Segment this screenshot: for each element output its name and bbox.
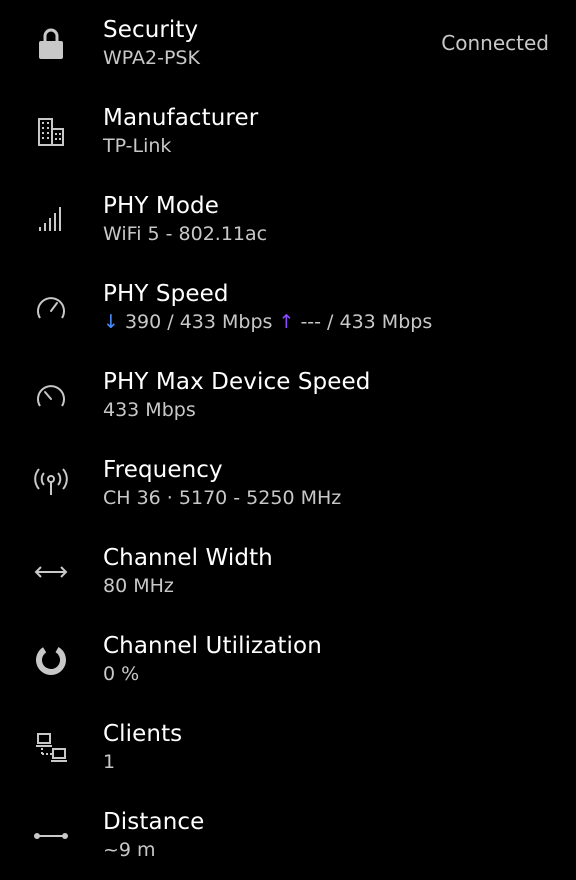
distance-row: Distance ~9 m — [0, 792, 576, 880]
phy-mode-row: PHY Mode WiFi 5 - 802.11ac — [0, 176, 576, 264]
phy-speed-title: PHY Speed — [103, 281, 229, 307]
download-speed: 390 / 433 Mbps — [124, 311, 273, 333]
phy-max-speed-title: PHY Max Device Speed — [103, 369, 371, 395]
devices-icon — [31, 728, 71, 768]
building-icon — [31, 112, 71, 152]
device-details-list: Security WPA2-PSK Connected Manufacturer… — [0, 0, 576, 880]
manufacturer-value: TP-Link — [103, 135, 172, 157]
frequency-row: Frequency CH 36 · 5170 - 5250 MHz — [0, 440, 576, 528]
channel-utilization-title: Channel Utilization — [103, 633, 322, 659]
speedometer-icon — [31, 288, 71, 328]
phy-speed-value: ↓ 390 / 433 Mbps ↑ --- / 433 Mbps — [103, 310, 432, 334]
phy-speed-row: PHY Speed ↓ 390 / 433 Mbps ↑ --- / 433 M… — [0, 264, 576, 352]
channel-width-title: Channel Width — [103, 545, 273, 571]
security-row: Security WPA2-PSK Connected — [0, 0, 576, 88]
frequency-value: CH 36 · 5170 - 5250 MHz — [103, 487, 342, 509]
phy-max-speed-row: PHY Max Device Speed 433 Mbps — [0, 352, 576, 440]
channel-width-value: 80 MHz — [103, 575, 174, 597]
horizontal-arrows-icon — [31, 552, 71, 592]
distance-title: Distance — [103, 809, 205, 835]
speedometer-max-icon — [31, 376, 71, 416]
clients-row: Clients 1 — [0, 704, 576, 792]
signal-bars-icon — [31, 198, 71, 238]
frequency-title: Frequency — [103, 457, 223, 483]
clients-value: 1 — [103, 751, 116, 773]
antenna-icon — [31, 462, 71, 502]
upload-speed: --- / 433 Mbps — [300, 311, 433, 333]
channel-utilization-row: Channel Utilization 0 % — [0, 616, 576, 704]
clients-title: Clients — [103, 721, 183, 747]
phy-mode-value: WiFi 5 - 802.11ac — [103, 223, 268, 245]
phy-mode-title: PHY Mode — [103, 193, 219, 219]
distance-icon — [31, 816, 71, 856]
security-title: Security — [103, 17, 199, 43]
security-value: WPA2-PSK — [103, 47, 200, 69]
download-arrow-icon: ↓ — [103, 311, 119, 333]
upload-arrow-icon: ↑ — [278, 311, 295, 333]
connection-status: Connected — [441, 31, 549, 55]
channel-width-row: Channel Width 80 MHz — [0, 528, 576, 616]
lock-icon — [31, 24, 71, 64]
distance-value: ~9 m — [103, 839, 156, 861]
manufacturer-title: Manufacturer — [103, 105, 259, 131]
channel-utilization-value: 0 % — [103, 663, 140, 685]
phy-max-speed-value: 433 Mbps — [103, 399, 196, 421]
donut-icon — [31, 640, 71, 680]
manufacturer-row: Manufacturer TP-Link — [0, 88, 576, 176]
